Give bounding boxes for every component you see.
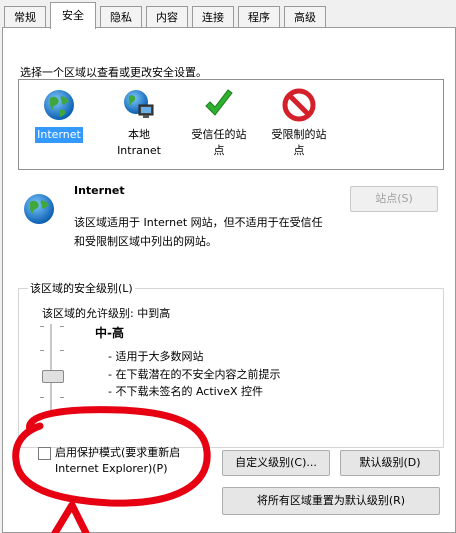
- sites-button[interactable]: 站点(S): [350, 186, 438, 212]
- globe-icon: [44, 90, 74, 120]
- security-level-bullet: - 不下载未签名的 ActiveX 控件: [108, 385, 264, 398]
- protected-mode-label-line2[interactable]: Internet Explorer)(P): [55, 462, 167, 475]
- zone-intranet-label2: Intranet: [117, 144, 161, 157]
- zone-restricted-label1: 受限制的站: [271, 128, 327, 141]
- zone-internet-label: Internet: [35, 127, 83, 143]
- zone-intranet-label1: 本地: [128, 128, 150, 141]
- slider-tick: [60, 326, 64, 327]
- tab-content[interactable]: 内容: [146, 6, 188, 28]
- slider-tick: [40, 350, 44, 351]
- checkmark-icon: [205, 89, 233, 116]
- zone-internet[interactable]: Internet: [19, 80, 99, 143]
- default-level-button[interactable]: 默认级别(D): [340, 450, 440, 476]
- tab-bar: 常规 安全 隐私 内容 连接 程序 高级: [0, 0, 456, 29]
- slider-tick: [40, 326, 44, 327]
- selected-zone-globe-icon: [24, 194, 54, 224]
- selected-zone-description-line2: 和受限制区域中列出的网站。: [74, 235, 217, 248]
- slider-tick: [60, 397, 64, 398]
- zone-restricted-label2: 点: [293, 144, 305, 157]
- reset-all-zones-button[interactable]: 将所有区域重置为默认级别(R): [222, 487, 440, 515]
- protected-mode-label-line1[interactable]: 启用保护模式(要求重新启: [55, 444, 180, 460]
- selected-zone-title: Internet: [74, 184, 125, 197]
- tab-general[interactable]: 常规: [4, 6, 46, 28]
- security-level-name: 中-高: [95, 326, 124, 340]
- tab-privacy[interactable]: 隐私: [100, 6, 142, 28]
- security-level-bullet: - 适用于大多数网站: [108, 350, 204, 363]
- selected-zone-description-line1: 该区域适用于 Internet 网站，但不适用于在受信任: [74, 216, 323, 229]
- intranet-icon: [124, 90, 154, 118]
- custom-level-button[interactable]: 自定义级别(C)...: [222, 450, 330, 476]
- zone-local-intranet[interactable]: 本地 Intranet: [99, 80, 179, 159]
- allowed-levels-text: 该区域的允许级别: 中到高: [42, 307, 171, 320]
- security-level-slider-thumb[interactable]: [42, 370, 64, 383]
- zone-trusted-label1: 受信任的站: [191, 128, 247, 141]
- zone-instruction: 选择一个区域以查看或更改安全设置。: [20, 66, 207, 79]
- protected-mode-checkbox[interactable]: [38, 447, 51, 460]
- prohibited-icon: [282, 88, 316, 122]
- zone-list: Internet 本地 Intranet 受信任的站 点 受限制的站 点: [18, 79, 444, 170]
- tab-connections[interactable]: 连接: [192, 6, 234, 28]
- tab-programs[interactable]: 程序: [238, 6, 280, 28]
- slider-tick: [60, 350, 64, 351]
- zone-trusted-sites[interactable]: 受信任的站 点: [179, 80, 259, 159]
- slider-tick: [40, 397, 44, 398]
- zone-trusted-label2: 点: [213, 144, 225, 157]
- tab-security[interactable]: 安全: [50, 2, 96, 29]
- tab-advanced[interactable]: 高级: [284, 6, 326, 28]
- security-level-group-label: 该区域的安全级别(L): [28, 280, 135, 296]
- zone-restricted-sites[interactable]: 受限制的站 点: [259, 80, 339, 159]
- security-level-bullet: - 在下载潜在的不安全内容之前提示: [108, 368, 281, 381]
